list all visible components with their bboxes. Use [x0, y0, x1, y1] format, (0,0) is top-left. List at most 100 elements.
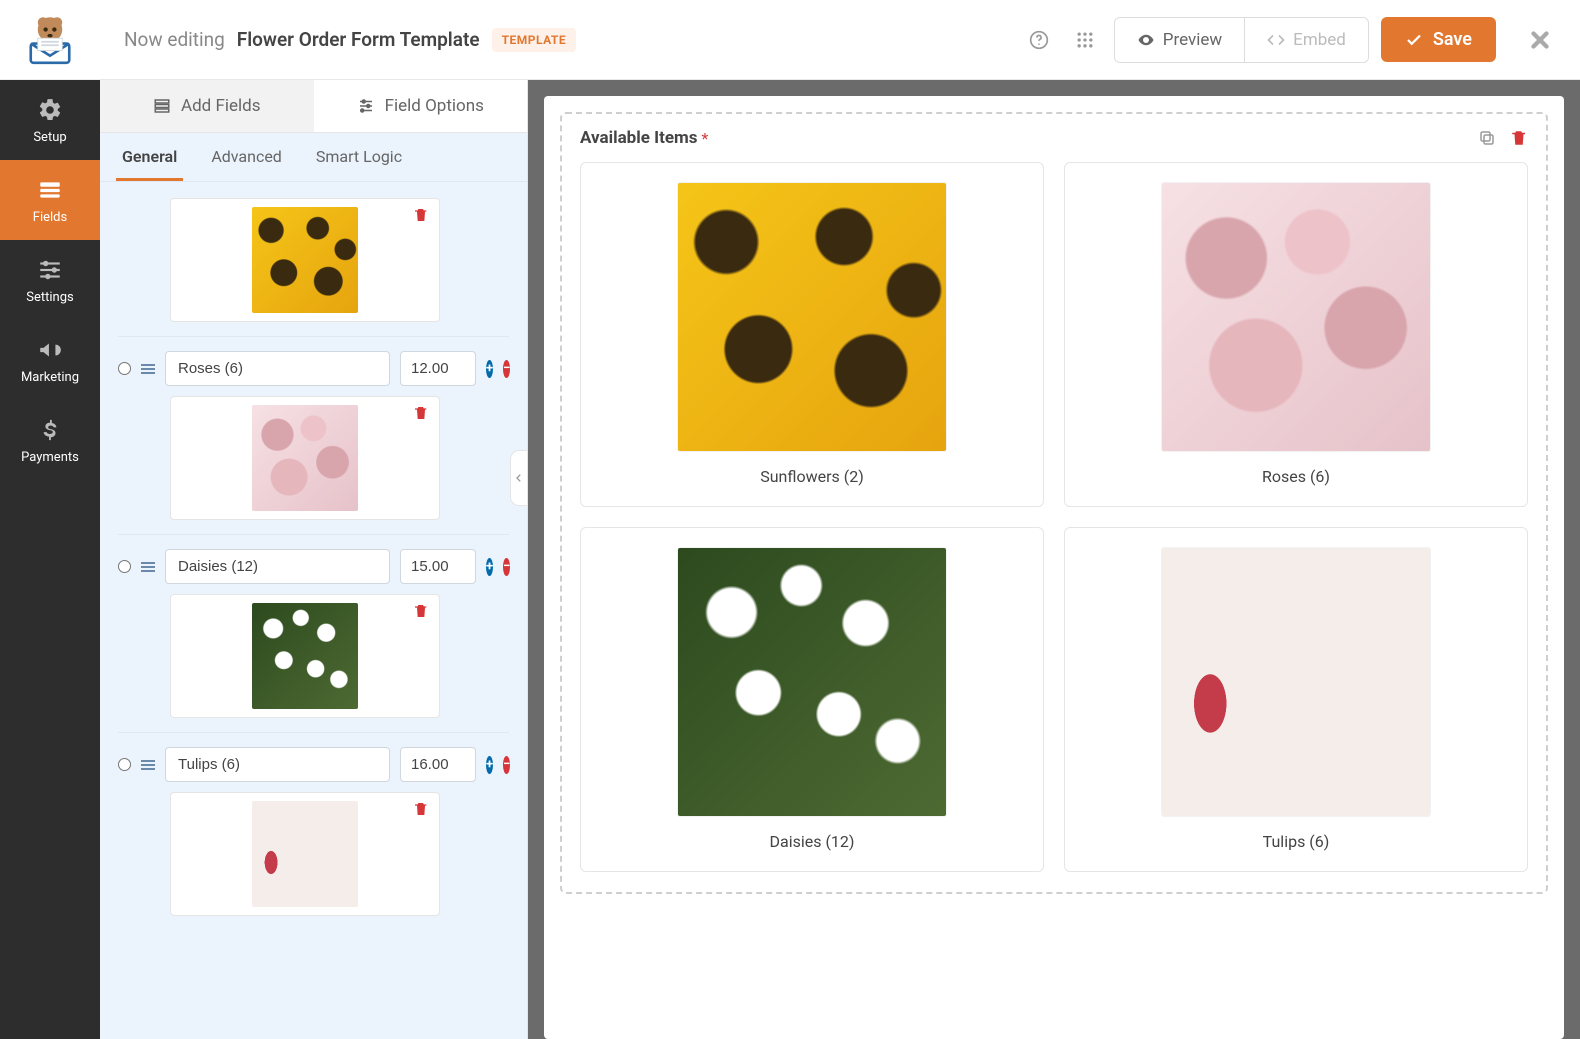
default-choice-radio[interactable] — [118, 757, 131, 772]
app-sidebar: Setup Fields Settings Marketing Payments — [0, 0, 100, 1039]
template-badge: TEMPLATE — [492, 28, 577, 52]
choice-thumbnail — [252, 603, 358, 709]
choice-card[interactable]: Daisies (12) — [580, 527, 1044, 872]
sidebar-item-label: Payments — [21, 450, 79, 465]
save-button[interactable]: Save — [1381, 17, 1496, 62]
delete-field-button[interactable] — [1510, 129, 1528, 147]
preview-button[interactable]: Preview — [1115, 18, 1244, 62]
sidebar-item-label: Fields — [33, 210, 67, 225]
options-scroll[interactable]: + − — [100, 182, 527, 1039]
choice-image-card[interactable] — [170, 198, 440, 322]
choice-image — [678, 548, 946, 816]
choice-thumbnail — [252, 801, 358, 907]
sidebar-item-settings[interactable]: Settings — [0, 240, 100, 320]
remove-choice-button[interactable]: − — [503, 558, 510, 576]
sliders-icon — [36, 256, 64, 284]
choice-card[interactable]: Roses (6) — [1064, 162, 1528, 507]
sliders-icon — [357, 97, 375, 115]
add-choice-button[interactable]: + — [486, 360, 493, 378]
field-options-tab[interactable]: Field Options — [314, 80, 528, 132]
choice-editor-row: + − — [118, 747, 509, 930]
apps-grid-icon[interactable] — [1068, 23, 1102, 57]
sub-tab-smart-logic[interactable]: Smart Logic — [310, 133, 408, 181]
choice-image — [1162, 548, 1430, 816]
choice-card[interactable]: Sunflowers (2) — [580, 162, 1044, 507]
default-choice-radio[interactable] — [118, 559, 131, 574]
duplicate-field-button[interactable] — [1478, 129, 1496, 147]
choice-thumbnail — [252, 405, 358, 511]
close-icon — [1527, 27, 1553, 53]
trash-icon — [413, 207, 429, 223]
choice-thumbnail — [252, 207, 358, 313]
sidebar-item-payments[interactable]: Payments — [0, 400, 100, 480]
now-editing-label: Now editing — [124, 28, 225, 51]
form-title[interactable]: Flower Order Form Template — [237, 28, 480, 51]
code-icon — [1267, 31, 1285, 49]
default-choice-radio[interactable] — [118, 361, 131, 376]
choice-caption: Sunflowers (2) — [760, 467, 864, 486]
form-canvas[interactable]: Available Items * — [544, 96, 1564, 1039]
choice-price-input[interactable] — [400, 747, 476, 782]
choice-label-input[interactable] — [165, 549, 390, 584]
panel-collapse-handle[interactable] — [510, 450, 528, 506]
sub-tab-general[interactable]: General — [116, 133, 183, 181]
choice-image-card[interactable] — [170, 594, 440, 718]
sidebar-item-marketing[interactable]: Marketing — [0, 320, 100, 400]
field-label: Available Items — [580, 128, 698, 148]
field-options-panel: Add Fields Field Options General Advance… — [100, 80, 528, 1039]
choice-editor-row — [118, 198, 509, 337]
choice-label-input[interactable] — [165, 747, 390, 782]
delete-image-button[interactable] — [413, 405, 429, 421]
trash-icon — [413, 801, 429, 817]
workspace: Add Fields Field Options General Advance… — [100, 80, 1580, 1039]
choice-price-input[interactable] — [400, 351, 476, 386]
list-icon — [153, 97, 171, 115]
choice-card[interactable]: Tulips (6) — [1064, 527, 1528, 872]
sidebar-item-fields[interactable]: Fields — [0, 160, 100, 240]
embed-button[interactable]: Embed — [1244, 18, 1368, 62]
topbar: Now editing Flower Order Form Template T… — [100, 0, 1580, 80]
choice-caption: Roses (6) — [1262, 467, 1330, 486]
chevron-left-icon — [514, 471, 524, 485]
help-icon[interactable] — [1022, 23, 1056, 57]
remove-choice-button[interactable]: − — [503, 756, 510, 774]
trash-icon — [1510, 129, 1528, 147]
choice-caption: Tulips (6) — [1263, 832, 1330, 851]
field-available-items[interactable]: Available Items * — [560, 112, 1548, 894]
drag-handle[interactable] — [141, 760, 155, 770]
choice-image-card[interactable] — [170, 792, 440, 916]
sidebar-item-label: Marketing — [21, 370, 79, 385]
remove-choice-button[interactable]: − — [503, 360, 510, 378]
sidebar-item-label: Settings — [26, 290, 73, 305]
add-choice-button[interactable]: + — [486, 558, 493, 576]
add-fields-tab[interactable]: Add Fields — [100, 80, 314, 132]
delete-image-button[interactable] — [413, 207, 429, 223]
delete-image-button[interactable] — [413, 603, 429, 619]
choice-caption: Daisies (12) — [770, 832, 855, 851]
close-button[interactable] — [1520, 27, 1560, 53]
drag-handle[interactable] — [141, 364, 155, 374]
choice-label-input[interactable] — [165, 351, 390, 386]
trash-icon — [413, 405, 429, 421]
choice-image-card[interactable] — [170, 396, 440, 520]
required-indicator: * — [702, 129, 709, 148]
eye-icon — [1137, 31, 1155, 49]
sub-tab-advanced[interactable]: Advanced — [205, 133, 288, 181]
choice-price-input[interactable] — [400, 549, 476, 584]
fields-icon — [36, 176, 64, 204]
drag-handle[interactable] — [141, 562, 155, 572]
trash-icon — [413, 603, 429, 619]
choice-editor-row: + − — [118, 549, 509, 733]
gear-icon — [36, 96, 64, 124]
main-column: Now editing Flower Order Form Template T… — [100, 0, 1580, 1039]
copy-icon — [1478, 129, 1496, 147]
bullhorn-icon — [36, 336, 64, 364]
canvas-wrap: Available Items * — [528, 80, 1580, 1039]
sidebar-item-setup[interactable]: Setup — [0, 80, 100, 160]
preview-embed-group: Preview Embed — [1114, 17, 1369, 63]
add-choice-button[interactable]: + — [486, 756, 493, 774]
check-icon — [1405, 31, 1423, 49]
dollar-icon — [36, 416, 64, 444]
delete-image-button[interactable] — [413, 801, 429, 817]
app-logo[interactable] — [0, 0, 100, 80]
